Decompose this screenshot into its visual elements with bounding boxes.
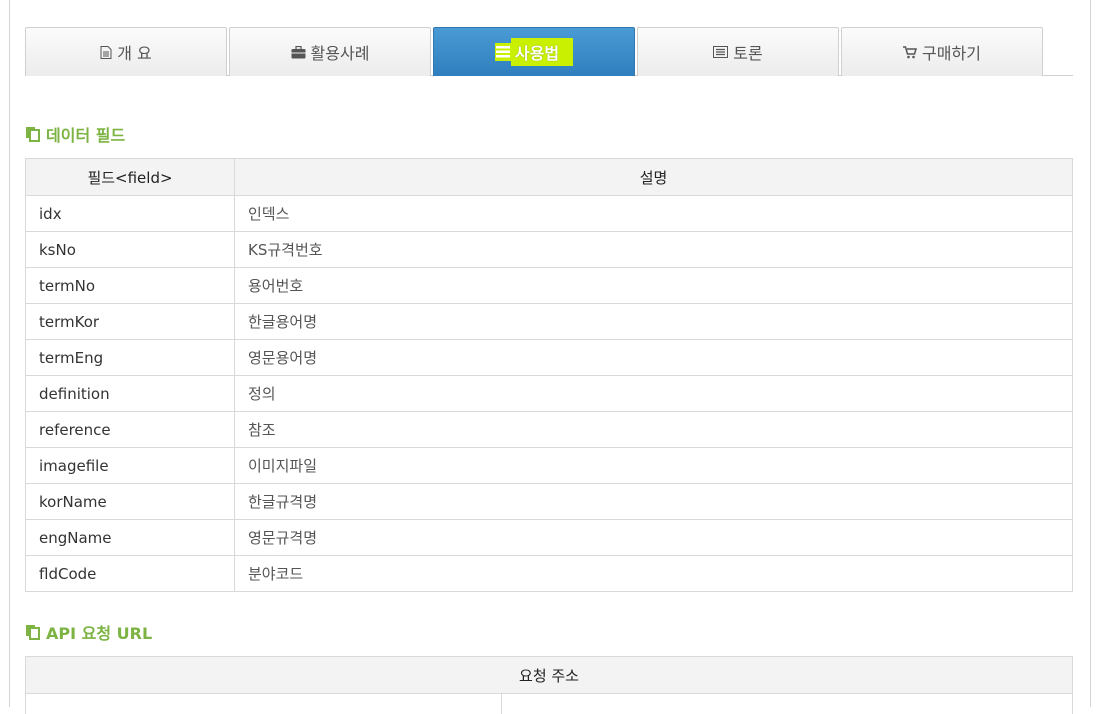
tab-use-cases-label: 활용사례 bbox=[310, 44, 370, 63]
field-description: 영문용어명 bbox=[234, 339, 1073, 376]
field-description: 이미지파일 bbox=[234, 447, 1073, 484]
api-url-title: API 요청 URL bbox=[46, 624, 153, 643]
field-name: engName bbox=[25, 519, 235, 556]
field-name: termKor bbox=[25, 303, 235, 340]
field-column-header: 필드<field> bbox=[25, 158, 235, 196]
tab-usage[interactable]: 사용법 bbox=[433, 27, 635, 76]
briefcase-icon bbox=[291, 45, 306, 59]
list-icon bbox=[494, 43, 511, 61]
field-name: idx bbox=[25, 195, 235, 232]
field-name: fldCode bbox=[25, 555, 235, 592]
field-description: 영문규격명 bbox=[234, 519, 1073, 556]
data-field-title: 데이터 필드 bbox=[46, 126, 126, 145]
field-description: 인덱스 bbox=[234, 195, 1073, 232]
data-field-table: 필드<field> 설명 idx 인덱스 ksNo KS규격번호 termNo 용어번… bbox=[25, 158, 1073, 592]
field-name: imagefile bbox=[25, 447, 235, 484]
copy-icon bbox=[25, 624, 41, 640]
table-row: engName 영문규격명 bbox=[25, 519, 1073, 556]
table-row: fldCode 분야코드 bbox=[25, 555, 1073, 592]
tab-usage-label: 사용법 bbox=[510, 38, 574, 66]
data-field-heading: 데이터 필드 bbox=[25, 122, 125, 146]
table-row: idx 인덱스 bbox=[25, 195, 1073, 232]
table-row: termEng 영문용어명 bbox=[25, 339, 1073, 376]
table-row: imagefile 이미지파일 bbox=[25, 447, 1073, 484]
request-address-header: 요청 주소 bbox=[26, 657, 1072, 694]
table-row: definition 정의 bbox=[25, 375, 1073, 412]
table-row bbox=[26, 694, 1072, 714]
table-row: korName 한글규격명 bbox=[25, 483, 1073, 520]
table-row: reference 참조 bbox=[25, 411, 1073, 448]
table-header-row: 필드<field> 설명 bbox=[25, 158, 1073, 196]
api-url-table: 요청 주소 bbox=[25, 656, 1073, 714]
field-description: KS규격번호 bbox=[234, 231, 1073, 268]
field-description: 분야코드 bbox=[234, 555, 1073, 592]
field-description: 한글용어명 bbox=[234, 303, 1073, 340]
tab-bar: 개 요 활용사례 사용법 토론 구매하기 bbox=[25, 27, 1073, 76]
tab-purchase-label: 구매하기 bbox=[922, 44, 981, 63]
field-name: termEng bbox=[25, 339, 235, 376]
field-name: termNo bbox=[25, 267, 235, 304]
field-description: 정의 bbox=[234, 375, 1073, 412]
tab-discussion[interactable]: 토론 bbox=[637, 27, 839, 76]
column-divider bbox=[501, 694, 502, 714]
field-description: 한글규격명 bbox=[234, 483, 1073, 520]
tab-use-cases[interactable]: 활용사례 bbox=[229, 27, 431, 76]
field-name: reference bbox=[25, 411, 235, 448]
comment-list-icon bbox=[713, 46, 729, 58]
field-name: definition bbox=[25, 375, 235, 412]
field-description: 용어번호 bbox=[234, 267, 1073, 304]
document-icon bbox=[100, 45, 112, 59]
field-name: korName bbox=[25, 483, 235, 520]
tab-overview[interactable]: 개 요 bbox=[25, 27, 227, 76]
tab-purchase[interactable]: 구매하기 bbox=[841, 27, 1043, 76]
tab-discussion-label: 토론 bbox=[733, 44, 763, 63]
cart-icon bbox=[903, 45, 918, 59]
field-description: 참조 bbox=[234, 411, 1073, 448]
table-row: termKor 한글용어명 bbox=[25, 303, 1073, 340]
copy-icon bbox=[25, 126, 41, 142]
tab-overview-label: 개 요 bbox=[117, 44, 152, 63]
table-row: termNo 용어번호 bbox=[25, 267, 1073, 304]
description-column-header: 설명 bbox=[234, 158, 1073, 196]
field-name: ksNo bbox=[25, 231, 235, 268]
api-url-heading: API 요청 URL bbox=[25, 620, 152, 644]
table-row: ksNo KS규격번호 bbox=[25, 231, 1073, 268]
